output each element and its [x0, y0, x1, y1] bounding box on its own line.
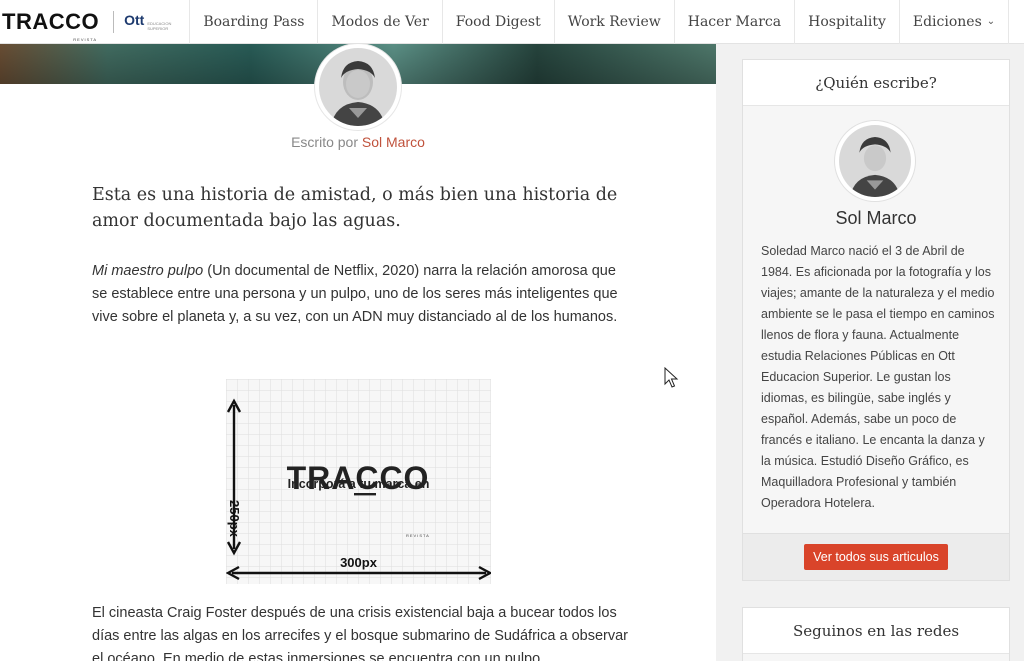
chevron-down-icon: ⌄ [986, 16, 996, 27]
author-bio: Soledad Marco nació el 3 de Abril de 198… [761, 244, 995, 510]
widget-title: ¿Quién escribe? [743, 60, 1009, 106]
author-name[interactable]: Sol Marco [743, 208, 1009, 229]
promo-brand-sub: REVISTA [406, 533, 430, 538]
menu-item-boarding-pass[interactable]: Boarding Pass [189, 0, 317, 44]
article-paragraph: Mi maestro pulpo (Un documental de Netfl… [92, 263, 618, 325]
byline: Escrito por Sol Marco [291, 134, 425, 150]
menu-item-modos-de-ver[interactable]: Modos de Ver [317, 0, 441, 44]
menu-item-hospitality[interactable]: Hospitality [794, 0, 899, 44]
search-button[interactable] [1008, 0, 1024, 44]
widget-footer: Ver todos sus articulos [743, 533, 1009, 580]
article-paragraph: El cineasta Craig Foster después de una … [92, 605, 628, 661]
promo-headline: Incorporá a tu marca en [287, 477, 430, 491]
menu-item-food-digest[interactable]: Food Digest [441, 0, 554, 44]
menu-item-hacer-marca[interactable]: Hacer Marca [673, 0, 794, 44]
author-avatar[interactable] [315, 44, 401, 130]
promo-width-label: 300px [340, 555, 377, 570]
promo-height-label: 250px [227, 500, 242, 537]
social-widget: Seguinos en las redes [742, 607, 1010, 661]
tracco-logo: TRACCO REVISTA [2, 8, 100, 42]
menu-item-work-review[interactable]: Work Review [553, 0, 674, 44]
article-main: Escrito por Sol Marco Esta es una histor… [0, 44, 716, 661]
site-logo[interactable]: TRACCO REVISTA Ott EDUCACION SUPERIOR [0, 0, 175, 44]
top-nav: TRACCO REVISTA Ott EDUCACION SUPERIOR Bo… [0, 0, 1024, 44]
author-avatar[interactable] [835, 121, 915, 201]
menu-item-ediciones[interactable]: Ediciones ⌄ [898, 0, 1008, 44]
all-articles-button[interactable]: Ver todos sus articulos [804, 544, 948, 570]
logo-divider [113, 10, 115, 33]
main-menu: Boarding Pass Modos de Ver Food Digest W… [189, 0, 1024, 44]
promo-banner[interactable]: TRACCO Incorporá a tu marca en REVISTA 2… [226, 379, 491, 584]
ott-logo[interactable]: Ott EDUCACION SUPERIOR [124, 12, 175, 31]
mouse-cursor-icon [664, 367, 679, 388]
author-widget: ¿Quién escribe? Sol Marco Soledad Marco … [742, 59, 1010, 581]
article-lead: Esta es una historia de amistad, o más b… [92, 185, 618, 231]
widget-title: Seguinos en las redes [743, 608, 1009, 654]
author-link[interactable]: Sol Marco [362, 134, 425, 150]
